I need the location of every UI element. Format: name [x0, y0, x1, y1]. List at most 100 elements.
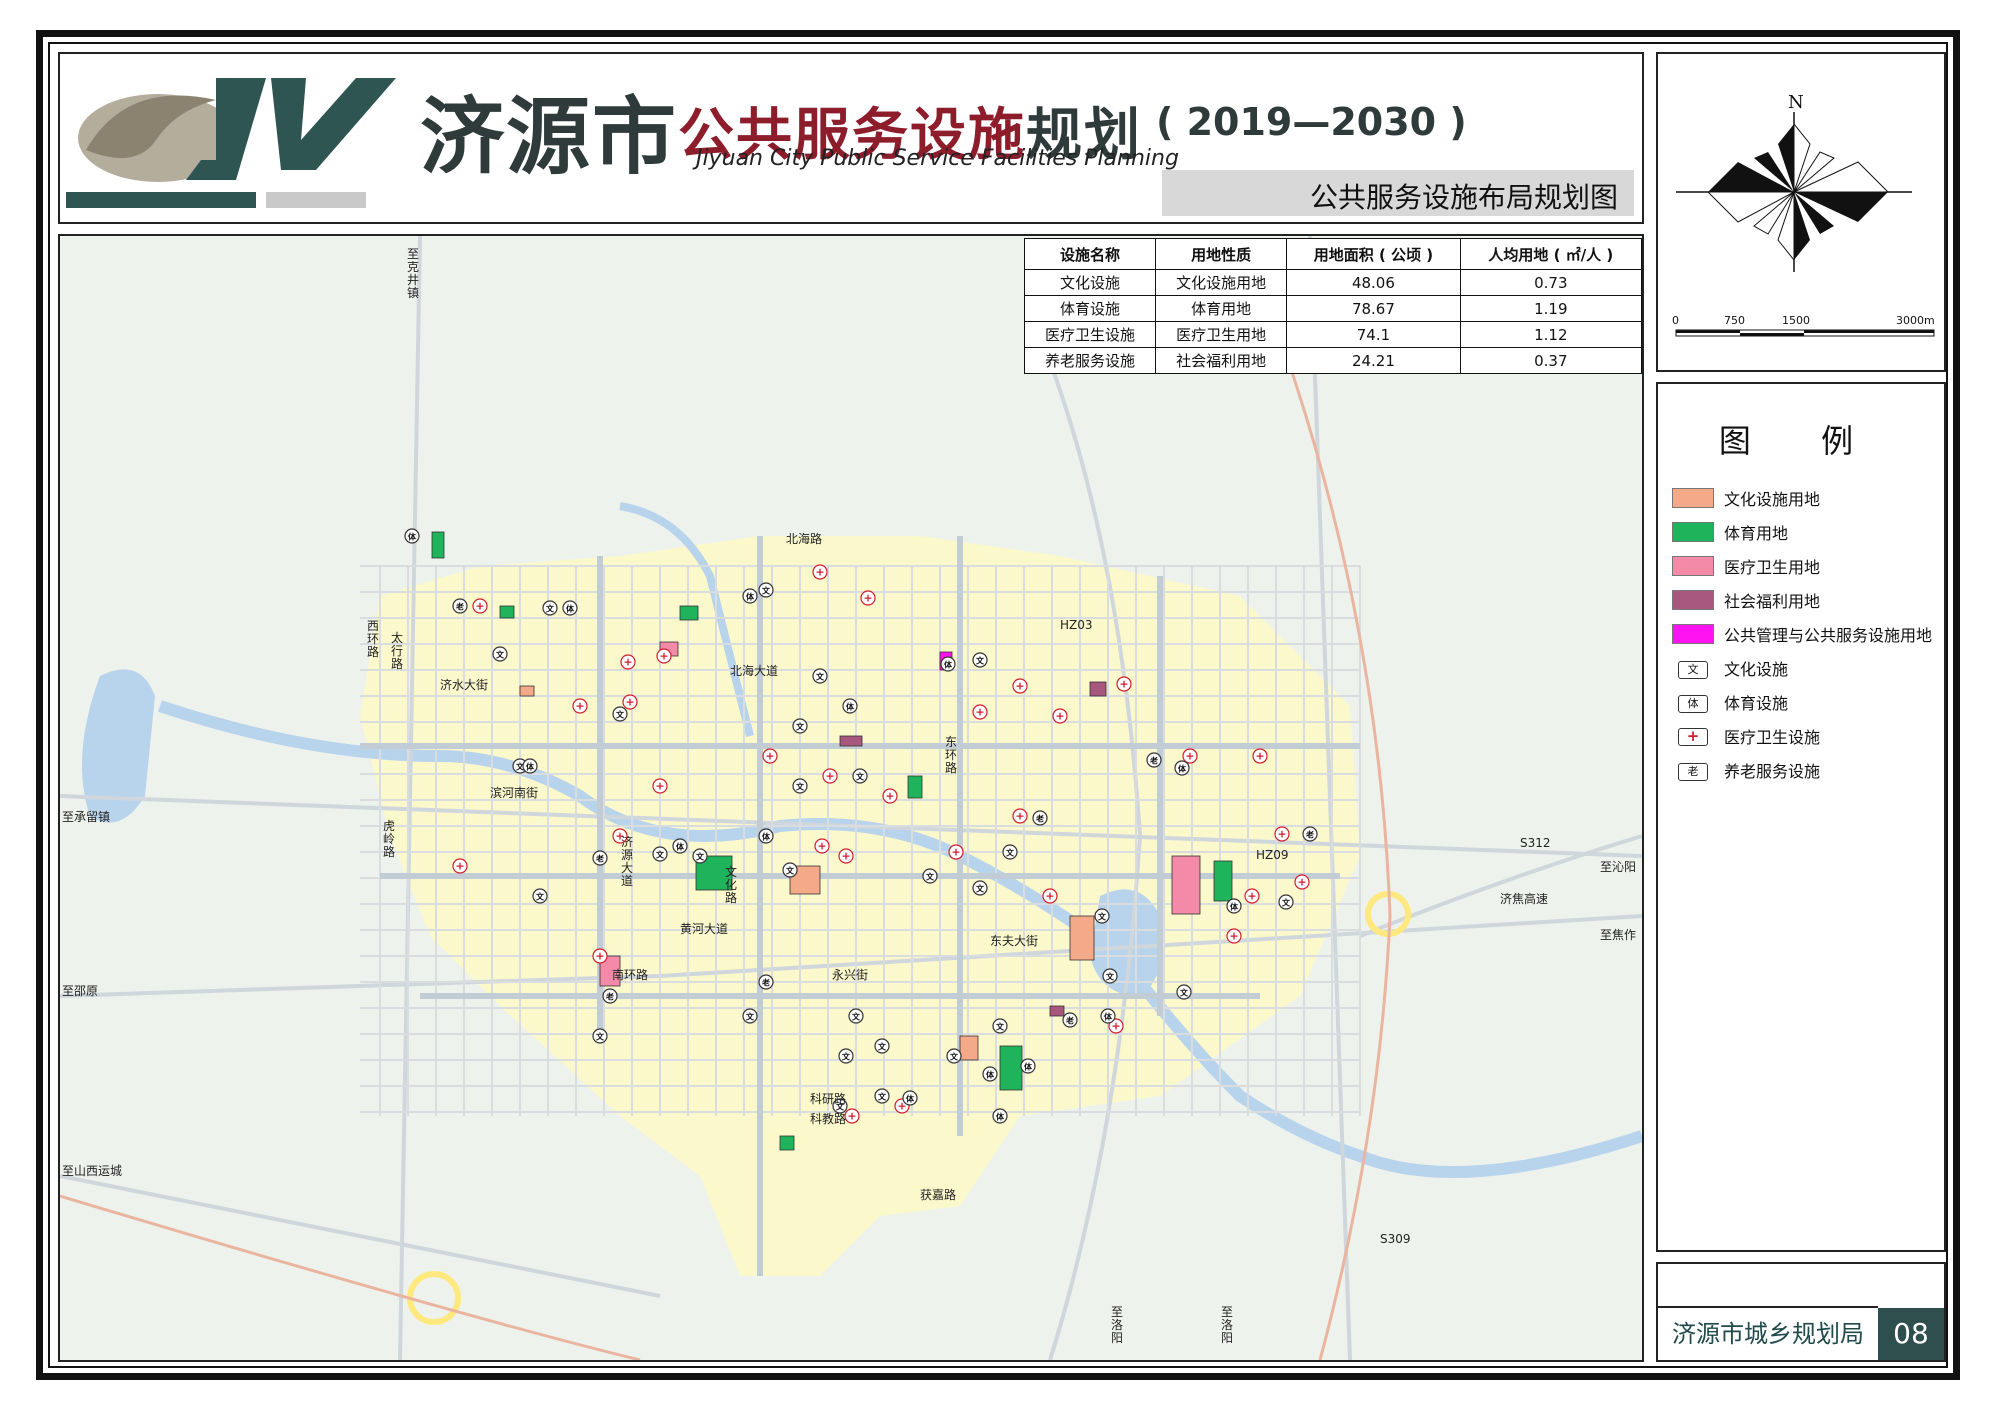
culture-facility-glyph: 文: [796, 722, 805, 732]
legend-panel: 图 例 文化设施用地 体育用地 医疗卫生用地 社会福利用地 公共管理与公共服务设…: [1656, 382, 1946, 1252]
label-to-luoyang-1: 至洛阳: [1110, 1305, 1123, 1345]
label-hz03: HZ03: [1060, 618, 1093, 632]
legend-swatch: [1672, 556, 1714, 576]
culture-facility-glyph: 文: [1180, 988, 1189, 998]
medical-facility-glyph: +: [1045, 890, 1054, 903]
label-binhe-street: 滨河南街: [490, 786, 539, 800]
legend-item-culture-facility: 文文化设施: [1672, 656, 1788, 679]
city-map[interactable]: 体老 + 文体++体文+ +文体 文+ ++++老体+老+++文体+ 老+ 文+体+ + 文+文+…: [60, 236, 1642, 1360]
culture-facility-glyph: 文: [856, 772, 865, 782]
table-header-row: 设施名称 用地性质 用地面积 ( 公顷 ) 人均用地 ( ㎡/人 ): [1023, 238, 1643, 270]
culture-facility-glyph: 文: [1106, 972, 1115, 982]
medical-facility-glyph: +: [863, 592, 872, 605]
medical-facility-glyph: +: [817, 840, 826, 853]
map-panel[interactable]: 体老 + 文体 + + 体文 + + 文体文 + + + + + 老体 + 老 + + + 文体 + 老 + 文 + 体 + + 文 + 文 +…: [58, 234, 1644, 1362]
footer-organization: 济源市城乡规划局: [1658, 1306, 1878, 1360]
label-to-chengliu: 至承留镇: [62, 810, 111, 824]
medical-facility-glyph: +: [455, 860, 464, 873]
parcel-culture: [959, 1035, 979, 1061]
parcel-culture: [519, 685, 535, 697]
label-beihai-avenue: 北海大道: [730, 664, 779, 678]
sport-facility-glyph: 体: [746, 592, 755, 602]
label-to-shanxi: 至山西运城: [62, 1164, 123, 1178]
legend-label: 体育设施: [1724, 694, 1789, 713]
title-city: 济源市: [420, 88, 679, 186]
legend-symbol: 体: [1672, 692, 1714, 713]
legend-symbol: 文: [1672, 658, 1714, 679]
footer-panel: 济源市城乡规划局 08: [1656, 1262, 1946, 1362]
sport-facility-glyph: 体: [676, 842, 685, 852]
table-row: 体育设施 体育用地 78.67 1.19: [1023, 295, 1643, 322]
parcel-sport: [999, 1045, 1023, 1091]
legend-label: 医疗卫生设施: [1724, 728, 1821, 747]
legend-title: 图 例: [1718, 422, 1884, 460]
label-to-kejing: 至克井镇: [406, 247, 419, 300]
scale-segment: [1804, 330, 1934, 333]
label-to-qinyang: 至沁阳: [1600, 860, 1637, 874]
culture-facility-glyph: 文: [1006, 848, 1015, 858]
parcel-sport: [431, 531, 445, 559]
parcel-welfare: [1089, 681, 1107, 697]
medical-facility-glyph: +: [1297, 876, 1306, 889]
label-huling-road: 虎岭路: [382, 819, 395, 859]
land-use-stats-table: 设施名称 用地性质 用地面积 ( 公顷 ) 人均用地 ( ㎡/人 ) 文化设施 …: [1023, 238, 1643, 374]
elderly-facility-glyph: 老: [1065, 1016, 1074, 1026]
label-keyan-road: 科研路: [810, 1092, 847, 1106]
label-to-shaoyuan: 至邵原: [62, 984, 99, 998]
medical-facility-glyph: +: [1015, 680, 1024, 693]
label-jijiao-highway: 济焦高速: [1500, 892, 1549, 906]
medical-facility-glyph: +: [1185, 750, 1194, 763]
legend-symbol: +: [1672, 726, 1714, 746]
legend-item-public-admin-land: 公共管理与公共服务设施用地: [1672, 622, 1932, 645]
elderly-symbol-icon: 老: [1678, 763, 1708, 781]
label-jingji-avenue: 济源大道: [620, 835, 633, 888]
sport-facility-glyph: 体: [944, 660, 953, 670]
label-nanhuan-road: 南环路: [612, 968, 649, 982]
table-cell: 0.73: [1459, 269, 1643, 296]
label-xihuan-road: 西环路: [366, 619, 379, 659]
table-cell: 48.06: [1286, 269, 1461, 296]
culture-facility-glyph: 文: [596, 1032, 605, 1042]
medical-facility-glyph: +: [1015, 810, 1024, 823]
sport-facility-glyph: 体: [408, 532, 417, 542]
culture-facility-glyph: 文: [786, 866, 795, 876]
table-cell: 文化设施用地: [1155, 269, 1288, 296]
sport-facility-glyph: 体: [1230, 902, 1239, 912]
elderly-facility-glyph: 老: [455, 602, 464, 612]
table-row: 医疗卫生设施 医疗卫生用地 74.1 1.12: [1023, 321, 1643, 348]
label-wenhua-road: 文化路: [724, 865, 737, 905]
table-header: 用地面积 ( 公顷 ): [1286, 238, 1461, 270]
culture-facility-glyph: 文: [796, 782, 805, 792]
table-cell: 1.19: [1459, 295, 1643, 322]
culture-facility-glyph: 文: [696, 852, 705, 862]
sport-facility-glyph: 体: [846, 702, 855, 712]
medical-facility-glyph: +: [625, 696, 634, 709]
sport-facility-glyph: 体: [762, 832, 771, 842]
medical-facility-glyph: +: [815, 566, 824, 579]
elderly-facility-glyph: 老: [1035, 814, 1044, 824]
table-cell: 社会福利用地: [1155, 347, 1288, 374]
table-header: 人均用地 ( ㎡/人 ): [1459, 238, 1643, 270]
sport-facility-glyph: 体: [566, 604, 575, 614]
table-cell: 养老服务设施: [1023, 347, 1157, 374]
label-donghuan-road: 东环路: [944, 735, 957, 775]
legend-item-medical-land: 医疗卫生用地: [1672, 554, 1820, 577]
table-header: 用地性质: [1155, 238, 1288, 270]
label-hz09: HZ09: [1256, 848, 1289, 862]
culture-facility-glyph: 文: [926, 872, 935, 882]
medical-facility-glyph: +: [765, 750, 774, 763]
table-cell: 体育用地: [1155, 295, 1288, 322]
elderly-facility-glyph: 老: [605, 992, 614, 1002]
culture-facility-glyph: 文: [616, 710, 625, 720]
culture-facility-glyph: 文: [762, 586, 771, 596]
legend-swatch: [1672, 522, 1714, 542]
table-cell: 体育设施: [1023, 295, 1157, 322]
elderly-facility-glyph: 老: [761, 978, 770, 988]
medical-facility-glyph: +: [575, 700, 584, 713]
title-english: Jiyuan City Public Service Facilities Pl…: [696, 146, 1179, 171]
medical-facility-glyph: +: [595, 950, 604, 963]
legend-swatch: [1672, 590, 1714, 610]
culture-facility-glyph: 文: [546, 604, 555, 614]
legend-item-sport-land: 体育用地: [1672, 520, 1788, 543]
scale-segment: [1740, 333, 1804, 336]
